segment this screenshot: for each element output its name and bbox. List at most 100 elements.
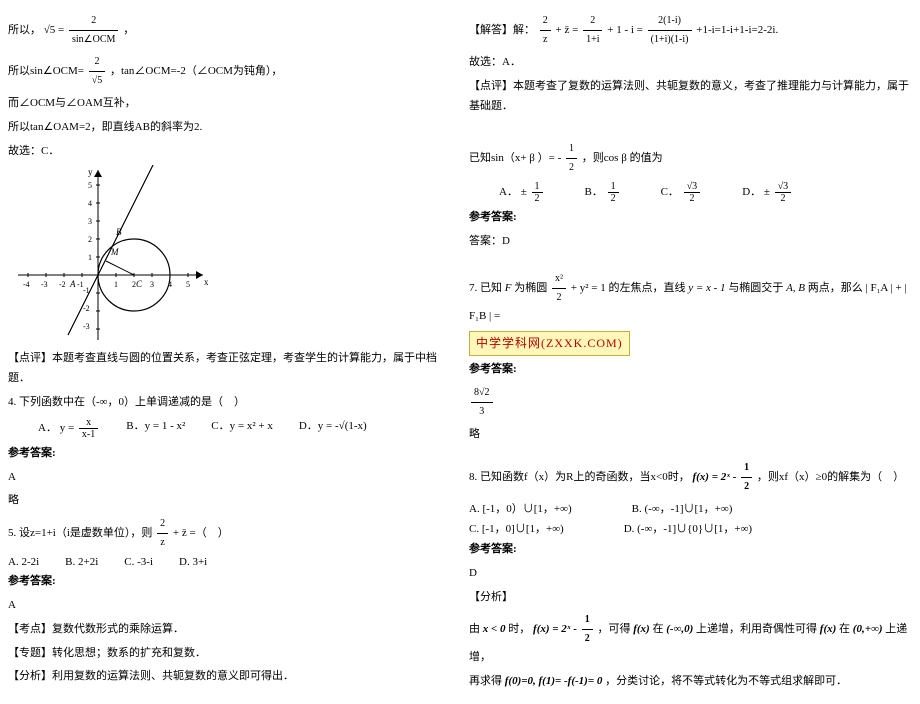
- text: 故选：C．: [8, 142, 451, 162]
- svg-text:3: 3: [88, 217, 92, 226]
- text: 上递增，利用奇偶性可得: [696, 623, 817, 635]
- reference-answer-label: 参考答案:: [8, 444, 451, 464]
- opt-b: B．y = 1 - x²: [126, 417, 185, 440]
- opt-c: C. [-1，0]∪[1，+∞): [469, 520, 564, 536]
- text: 由: [469, 623, 480, 635]
- svg-text:1: 1: [88, 253, 92, 262]
- pts: A, B: [786, 282, 805, 294]
- fraction: 2z: [157, 515, 168, 552]
- fx-expr: f(x) = 2ˣ -: [692, 471, 736, 483]
- svg-text:B: B: [116, 227, 122, 237]
- q6-answer: 答案：D: [469, 232, 912, 252]
- svg-text:C: C: [136, 279, 143, 289]
- q4-stem: 4. 下列函数中在（-∞，0）上单调递减的是（ ）: [8, 393, 451, 413]
- text: 的值为: [630, 152, 663, 164]
- neg: -f(-1)=: [564, 675, 594, 687]
- svg-text:-2: -2: [59, 280, 66, 289]
- fraction: 2 √5: [89, 53, 106, 90]
- svg-text:-4: -4: [23, 280, 30, 289]
- q4-answer: A: [8, 468, 451, 488]
- svg-text:5: 5: [186, 280, 190, 289]
- text: 在: [652, 623, 663, 635]
- svg-text:y: y: [88, 167, 93, 177]
- comment: 【点评】本题考查直线与圆的位置关系，考查正弦定理，考查学生的计算能力，属于中档题…: [8, 349, 451, 389]
- opt-b: B. (-∞，-1]∪[1，+∞): [632, 500, 733, 516]
- text: 两点，那么: [808, 282, 863, 294]
- kaodian: 【考点】复数代数形式的乘除运算．: [8, 620, 451, 640]
- q8-answer: D: [469, 564, 912, 584]
- fenxi-label: 【分析】: [469, 588, 912, 608]
- text: 为椭圆: [514, 282, 547, 294]
- reference-answer-label: 参考答案:: [469, 208, 912, 228]
- q5-answer: A: [8, 596, 451, 616]
- q5-stem: 5. 设z=1+i（i是虚数单位），则: [8, 527, 152, 539]
- q8-stem: 8. 已知函数f（x）为R上的奇函数，当x<0时，: [469, 471, 690, 483]
- opt-b: B. 2+2i: [65, 556, 98, 568]
- q7-answer: 8√23: [471, 384, 493, 421]
- reference-answer-label: 参考答案:: [8, 572, 451, 592]
- svg-text:x: x: [204, 277, 208, 287]
- opt-d: D．y = -√(1-x): [299, 417, 367, 440]
- eq: =: [58, 24, 64, 36]
- text: 所以tan∠OAM=2，即直线AB的斜率为2.: [8, 118, 451, 138]
- f0: f(0)=0, f(1)=: [505, 675, 562, 687]
- text: + y² = 1: [571, 282, 606, 294]
- fx: f(x): [820, 623, 837, 635]
- text: + 1 - i: [607, 24, 636, 36]
- text: 而∠OCM与∠OAM互补，: [8, 94, 451, 114]
- opt-d: D． ± √32: [742, 181, 793, 204]
- beta: β: [529, 152, 535, 164]
- svg-text:-3: -3: [83, 322, 90, 331]
- svg-text:-3: -3: [41, 280, 48, 289]
- opt-c: C． √32: [661, 181, 703, 204]
- fx-expr: f(x) = 2ˣ -: [533, 623, 577, 635]
- text: 与椭圆交于: [728, 282, 783, 294]
- q6-stem: 已知sin（x+: [469, 152, 527, 164]
- svg-text:A: A: [69, 279, 76, 289]
- text: =: [572, 24, 581, 36]
- opt-a: A. 2-2i: [8, 556, 39, 568]
- opt-a: A． ± 12: [499, 181, 545, 204]
- text: ，则cos: [582, 152, 619, 164]
- svg-text:-2: -2: [83, 304, 90, 313]
- text: + z̄: [173, 527, 187, 539]
- text: 在: [839, 623, 850, 635]
- text: +1-i=1-i+1-i=2-2i.: [696, 24, 778, 36]
- text: ，: [123, 24, 134, 36]
- dom: (-∞,0): [666, 623, 693, 635]
- text: 所以，: [8, 24, 41, 36]
- sqrt5: √5: [44, 24, 56, 36]
- q7-stem: 7. 已知: [469, 282, 502, 294]
- text: + z̄: [556, 24, 570, 36]
- text: ，tan∠OCM=-2（∠OCM为钝角），: [110, 65, 282, 77]
- svg-text:2: 2: [88, 235, 92, 244]
- svg-text:5: 5: [88, 181, 92, 190]
- dom: (0,+∞): [853, 623, 883, 635]
- site-banner: 中学学科网(ZXXK.COM): [469, 331, 630, 357]
- graph-figure: x y -4-3-2-1 12345 12345 -1-2-3 M C A B: [8, 165, 208, 345]
- text: ，分类讨论，将不等式转化为不等式组求解即可．: [605, 675, 847, 687]
- text: 的左焦点，直线: [608, 282, 685, 294]
- cond: x < 0: [483, 623, 506, 635]
- text: ）=: [538, 152, 558, 164]
- opt-d: D. 3+i: [179, 556, 207, 568]
- opt-c: C．y = x² + x: [211, 417, 273, 440]
- zhuanti: 【专题】转化思想；数系的扩充和复数．: [8, 644, 451, 664]
- var-F: F: [505, 282, 512, 294]
- q7-extra: 略: [469, 425, 912, 445]
- text: 时，: [508, 623, 530, 635]
- opt-d: D. (-∞，-1]∪{0}∪[1，+∞): [624, 520, 752, 536]
- svg-text:1: 1: [114, 280, 118, 289]
- reference-answer-label: 参考答案:: [469, 360, 912, 380]
- text: ，可得: [597, 623, 630, 635]
- beta: β: [621, 152, 627, 164]
- opt-a: A. [-1，0）∪[1，+∞): [469, 500, 572, 516]
- jieda-label: 【解答】解：: [469, 24, 535, 36]
- eq: =: [494, 310, 500, 322]
- text: ，则xf（x）≥0的解集为（ ）: [757, 471, 904, 483]
- q4-extra: 略: [8, 491, 451, 511]
- opt-c: C. -3-i: [124, 556, 153, 568]
- svg-text:4: 4: [88, 199, 92, 208]
- svg-text:M: M: [110, 247, 119, 257]
- dianping: 【点评】本题考查了复数的运算法则、共轭复数的意义，考查了推理能力与计算能力，属于…: [469, 77, 912, 117]
